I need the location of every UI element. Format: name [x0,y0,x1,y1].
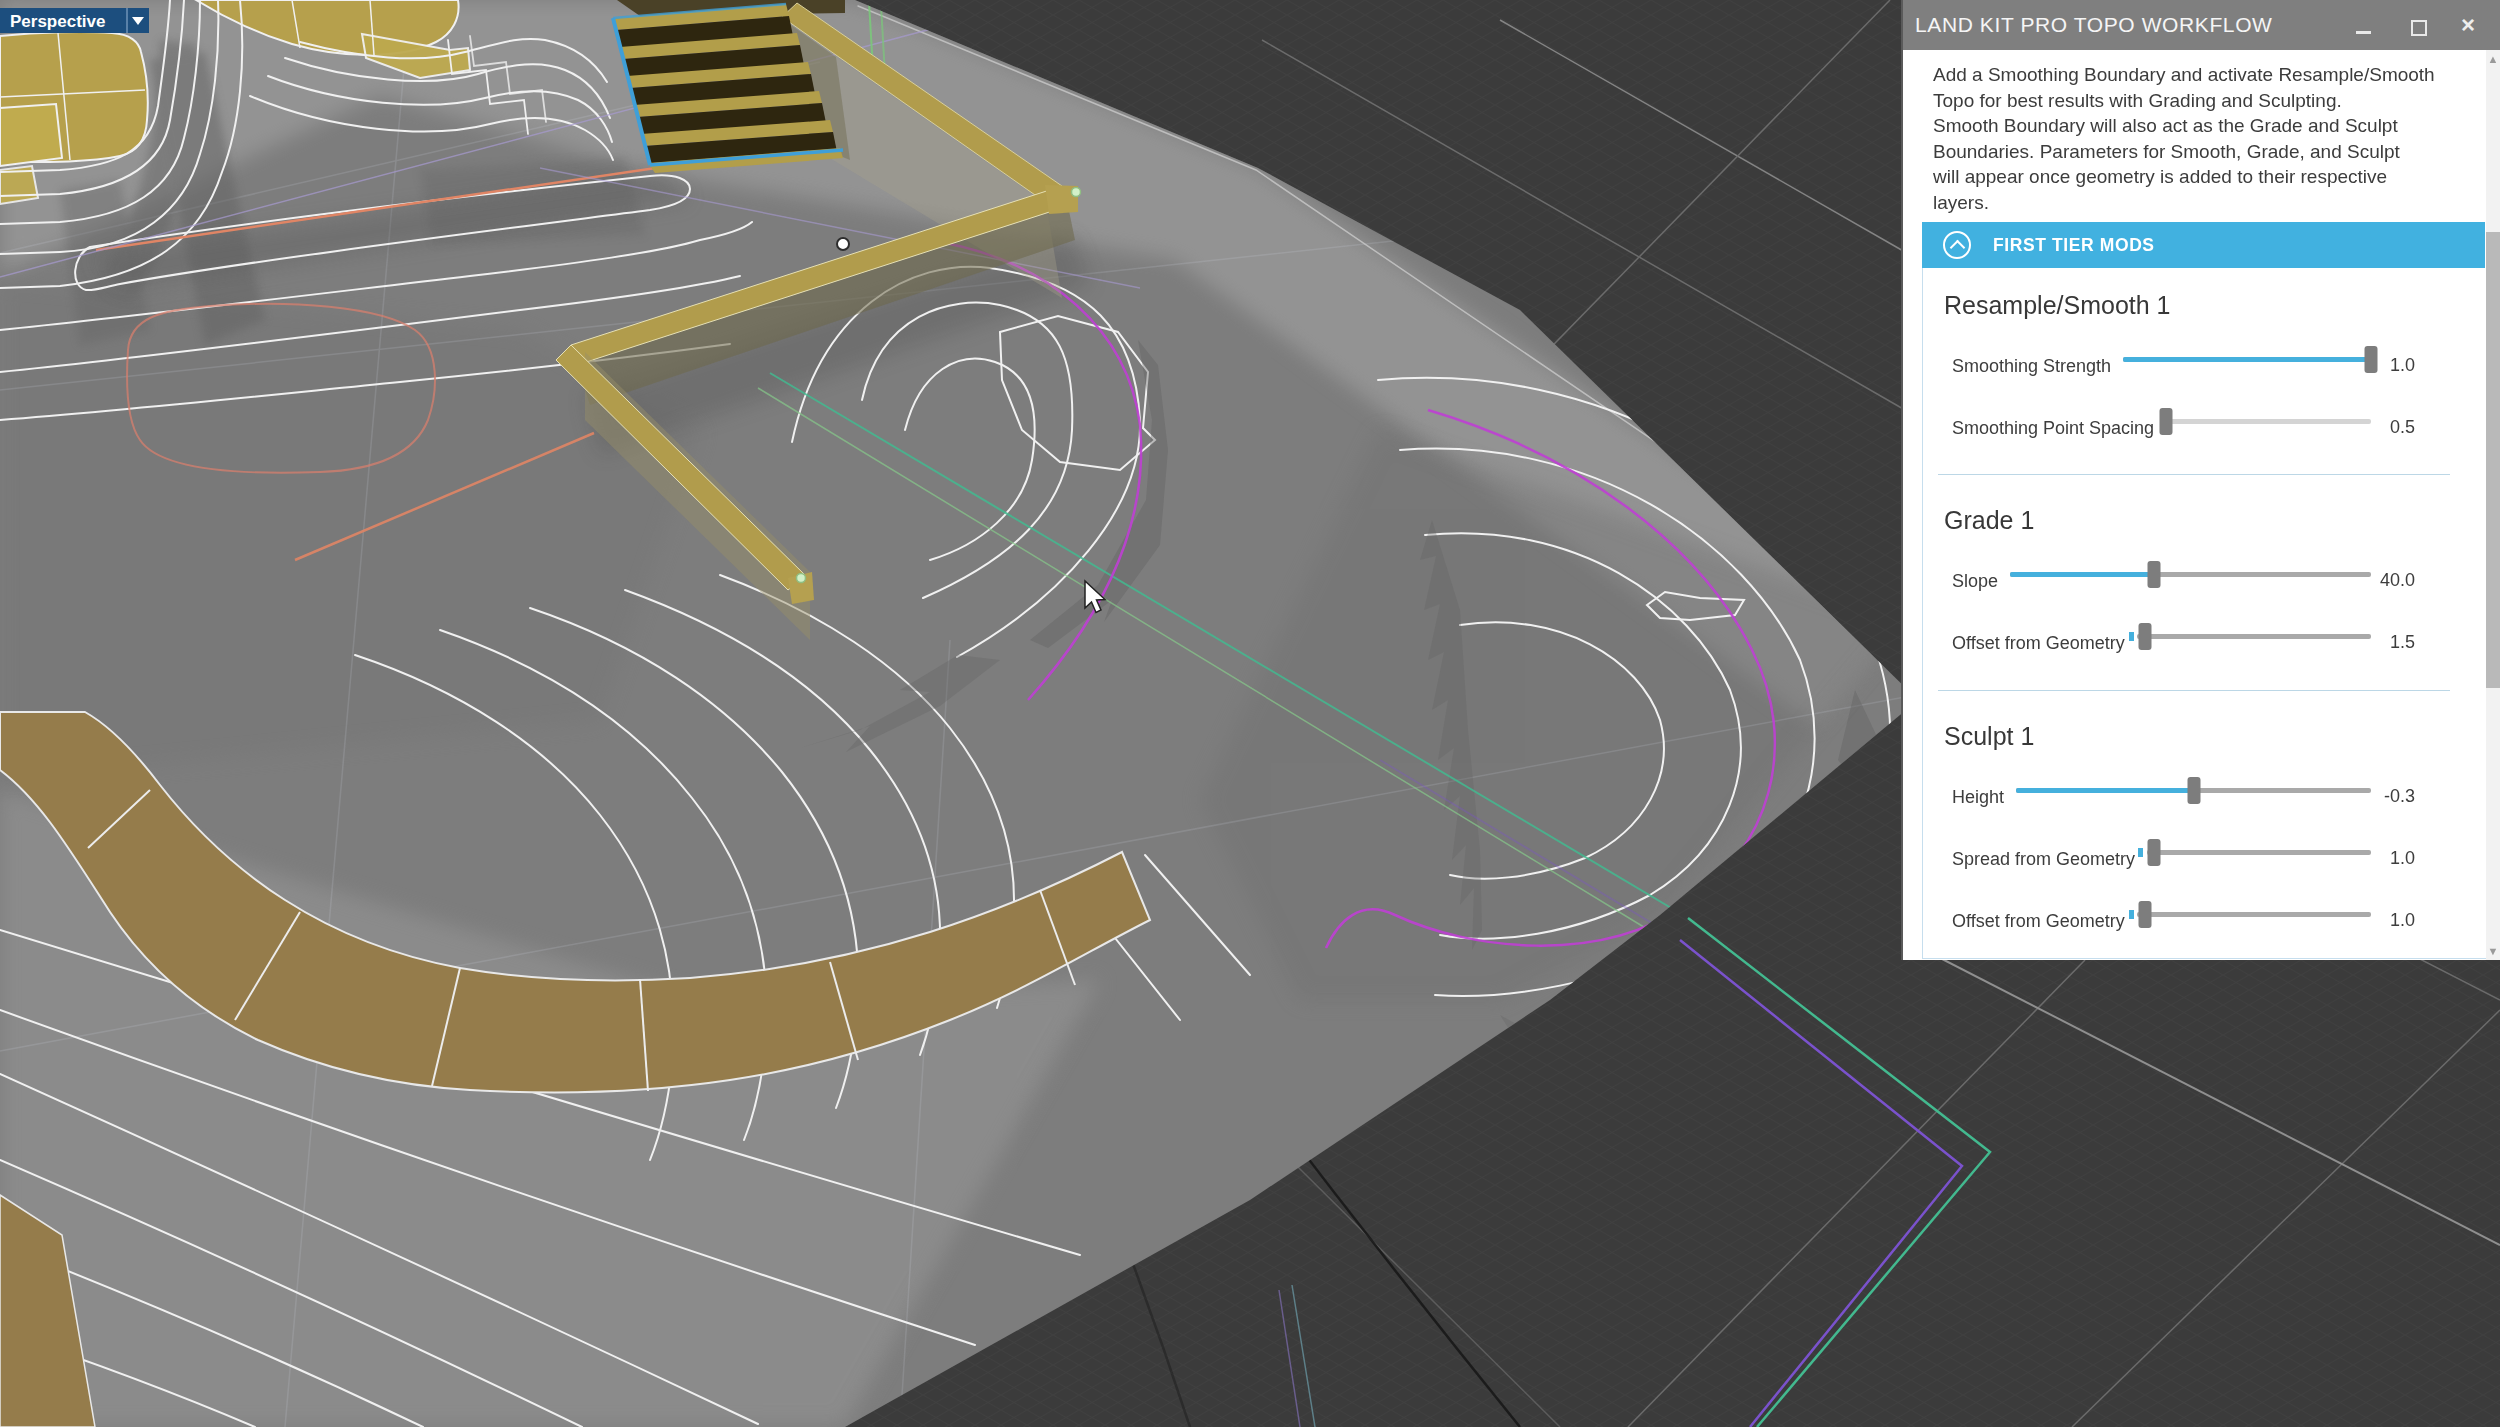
collapse-icon[interactable] [1943,231,1971,259]
slider-handle[interactable] [2138,623,2151,650]
slider-handle[interactable] [2138,901,2151,928]
scrollbar-thumb[interactable] [2486,232,2500,688]
slider-track[interactable] [2016,773,2371,807]
view-tab[interactable]: Perspective [0,8,149,33]
panel-description: Add a Smoothing Boundary and activate Re… [1933,62,2473,216]
slider-label: Smoothing Strength [1952,356,2111,377]
slider-handle[interactable] [2187,777,2200,804]
scroll-down-arrow[interactable]: ▼ [2486,945,2500,957]
slider-handle[interactable] [2365,346,2378,373]
slider-handle[interactable] [2147,839,2160,866]
slider-track[interactable] [2137,619,2371,653]
slider-row: Offset from Geometry 1.5 [1923,619,2483,653]
slider-label: Height [1952,787,2004,808]
application-window: Perspective LAND KIT PRO TOPO WORKFLOW ×… [0,0,2500,1427]
slider-track[interactable] [2166,404,2371,438]
group-header-label: FIRST TIER MODS [1993,235,2155,256]
panel-title: LAND KIT PRO TOPO WORKFLOW [1915,13,2273,37]
green-point-marker-1 [1072,188,1081,197]
slider-row: Spread from Geometry 1.0 [1923,835,2483,869]
slider-track[interactable] [2123,342,2371,376]
slider-handle[interactable] [2148,561,2161,588]
panel-titlebar[interactable]: LAND KIT PRO TOPO WORKFLOW × [1903,0,2500,50]
section-divider [1938,690,2450,691]
landkit-panel: LAND KIT PRO TOPO WORKFLOW × Add a Smoot… [1903,0,2500,960]
slider-row: Offset from Geometry 1.0 [1923,897,2483,931]
slider-value: 1.0 [2379,910,2415,931]
slider-row: Slope 40.0 [1923,557,2483,591]
slider-row: Smoothing Strength 1.0 [1923,342,2483,376]
section-divider [1938,474,2450,475]
slider-track[interactable] [2010,557,2371,591]
slider-handle[interactable] [2160,408,2173,435]
slider-row: Height -0.3 [1923,773,2483,807]
slider-label: Offset from Geometry [1952,633,2125,654]
green-point-marker-2 [797,574,806,583]
slider-value: 0.5 [2379,417,2415,438]
minimize-button[interactable] [2343,0,2383,50]
slider-track[interactable] [2147,835,2371,869]
slider-value: 40.0 [2379,570,2415,591]
slider-row: Smoothing Point Spacing 0.5 [1923,404,2483,438]
section-title: Sculpt 1 [1944,722,2034,751]
close-button[interactable]: × [2453,0,2493,50]
slider-value: 1.5 [2379,632,2415,653]
slider-value: 1.0 [2379,848,2415,869]
slider-value: -0.3 [2379,786,2415,807]
slider-label: Offset from Geometry [1952,911,2125,932]
view-tab-label[interactable]: Perspective [10,12,105,31]
first-tier-mods-header[interactable]: FIRST TIER MODS [1922,222,2485,268]
maximize-button[interactable] [2398,0,2438,50]
section-title: Resample/Smooth 1 [1944,291,2171,320]
section-title: Grade 1 [1944,506,2034,535]
slider-label: Smoothing Point Spacing [1952,418,2154,439]
slider-track[interactable] [2137,897,2371,931]
white-point-marker [837,238,849,250]
slider-value: 1.0 [2379,355,2415,376]
scroll-up-arrow[interactable]: ▲ [2486,53,2500,65]
panel-scrollbar[interactable]: ▲ ▼ [2486,50,2500,960]
slider-label: Spread from Geometry [1952,849,2135,870]
slider-label: Slope [1952,571,1998,592]
